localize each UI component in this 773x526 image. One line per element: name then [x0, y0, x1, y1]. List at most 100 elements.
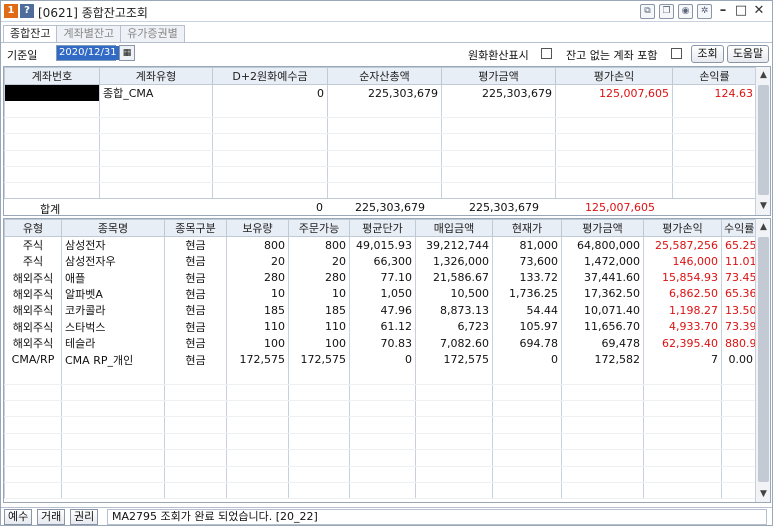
cell-qty: 10 — [226, 285, 289, 303]
cell-class: 현금 — [164, 253, 227, 270]
total-deposit: 0 — [316, 201, 323, 214]
cell-avg-price: 61.12 — [349, 318, 416, 335]
table-row[interactable]: 해외주식 애플 현금 280 280 77.10 21,586.67 133.72 37,441… — [4, 269, 757, 286]
zero-balance-checkbox[interactable] — [671, 48, 682, 59]
table-row[interactable]: 해외주식 테슬라 현금 100 100 70.83 7,082.60 694.78 69,478… — [4, 334, 757, 352]
table-row[interactable]: 종합_CMA 0 225,303,679 225,303,679 125,007… — [4, 84, 757, 101]
status-bar: 예수 거래 권리 MA2795 조회가 완료 되었습니다. [20_22] — [1, 507, 772, 525]
cell-eval-amount: 172,582 — [561, 351, 644, 368]
close-icon[interactable]: ✕ — [752, 3, 766, 19]
table-row[interactable]: 해외주식 코카콜라 현금 185 185 47.96 8,873.13 54.44 10,071… — [4, 302, 757, 319]
cell-qty: 185 — [226, 302, 289, 319]
holdings-table: 유형 종목명 종목구분 보유량 주문가능 평균단가 매입금액 현재가 평가금액 평가손익 수익률 주… — [4, 219, 757, 500]
table-row[interactable]: 주식 삼성전자 현금 800 800 49,015.93 39,212,744 81,000 6… — [4, 236, 757, 253]
cell-class: 현금 — [164, 236, 227, 253]
holdings-scrollbar[interactable]: ▲ ▼ — [755, 219, 770, 502]
camera-icon[interactable]: ◉ — [678, 3, 693, 19]
col-orderable[interactable]: 주문가능 — [288, 219, 350, 237]
col-qty[interactable]: 보유량 — [226, 219, 289, 237]
total-eval-pl: 125,007,605 — [585, 201, 655, 214]
cell-avg-price: 0 — [349, 351, 416, 368]
cell-class: 현금 — [164, 302, 227, 319]
link-icon[interactable]: ⧉ — [640, 3, 655, 19]
col-eval-amount[interactable]: 평가금액 — [441, 67, 556, 85]
cell-return: 11.01 — [721, 253, 757, 270]
cell-buy-amount: 10,500 — [415, 285, 493, 303]
cell-eval-amount: 64,800,000 — [561, 236, 644, 253]
fx-checkbox[interactable] — [541, 48, 552, 59]
query-button[interactable]: 조회 — [691, 45, 724, 63]
account-scrollbar[interactable]: ▲ ▼ — [755, 67, 770, 215]
scroll-down-icon[interactable]: ▼ — [756, 487, 770, 501]
col-current-price[interactable]: 현재가 — [492, 219, 562, 237]
table-row[interactable]: 해외주식 스타벅스 현금 110 110 61.12 6,723 105.97 11,656.7… — [4, 318, 757, 335]
col-avg-price[interactable]: 평균단가 — [349, 219, 416, 237]
trade-button[interactable]: 거래 — [37, 509, 66, 525]
rights-button[interactable]: 권리 — [70, 509, 99, 525]
col-deposit[interactable]: D+2원화예수금 — [212, 67, 328, 85]
cell-type: 해외주식 — [4, 269, 62, 286]
table-row[interactable]: 주식 삼성전자우 현금 20 20 66,300 1,326,000 73,600 1,472,… — [4, 253, 757, 270]
zero-balance-label: 잔고 없는 계좌 포함 — [566, 49, 658, 62]
cell-buy-amount: 21,586.67 — [415, 269, 493, 286]
col-return[interactable]: 수익률 — [721, 219, 757, 237]
col-buy-amount[interactable]: 매입금액 — [415, 219, 493, 237]
col-name[interactable]: 종목명 — [61, 219, 165, 237]
col-class[interactable]: 종목구분 — [164, 219, 227, 237]
cell-return: 65.25 — [721, 236, 757, 253]
help-button[interactable]: 도움말 — [727, 45, 769, 63]
total-label: 합계 — [40, 203, 61, 216]
account-grid: 계좌번호 계좌유형 D+2원화예수금 순자산총액 평가금액 평가손익 손익률 종… — [3, 66, 771, 216]
cell-eval-amount: 69,478 — [561, 334, 644, 352]
cell-name: 알파벳A — [61, 285, 165, 303]
cell-type: 주식 — [4, 253, 62, 270]
total-row: 합계 0 225,303,679 225,303,679 125,007,605 — [5, 198, 756, 215]
calendar-icon[interactable]: ▦ — [119, 45, 135, 61]
cell-return: 73.39 — [721, 318, 757, 335]
deposit-button[interactable]: 예수 — [4, 509, 33, 525]
cell-return: 65.36 — [721, 285, 757, 303]
col-account-type[interactable]: 계좌유형 — [99, 67, 213, 85]
cell-orderable: 100 — [288, 334, 350, 352]
cell-eval-pl: 7 — [643, 351, 722, 368]
cell-type: 해외주식 — [4, 285, 62, 303]
cell-avg-price: 70.83 — [349, 334, 416, 352]
col-account-no[interactable]: 계좌번호 — [4, 67, 100, 85]
date-input[interactable]: 2020/12/31 — [56, 45, 119, 61]
table-row[interactable]: 해외주식 알파벳A 현금 10 10 1,050 10,500 1,736.25 17,362.… — [4, 285, 757, 303]
cell-return: 0.00 — [721, 351, 757, 368]
scroll-down-icon[interactable]: ▼ — [756, 199, 770, 213]
scroll-thumb[interactable] — [758, 85, 769, 195]
maximize-icon[interactable]: □ — [734, 3, 748, 19]
cell-type: 종합_CMA — [99, 84, 213, 101]
scroll-up-icon[interactable]: ▲ — [756, 220, 770, 234]
fx-label: 원화환산표시 — [468, 49, 529, 62]
cell-current-price: 105.97 — [492, 318, 562, 335]
date-label: 기준일 — [7, 49, 38, 62]
col-type[interactable]: 유형 — [4, 219, 62, 237]
col-pl-rate[interactable]: 손익률 — [672, 67, 757, 85]
cell-current-price: 1,736.25 — [492, 285, 562, 303]
scroll-thumb[interactable] — [758, 237, 769, 482]
cell-avg-price: 77.10 — [349, 269, 416, 286]
cell-name: 스타벅스 — [61, 318, 165, 335]
cell-orderable: 20 — [288, 253, 350, 270]
gear-icon[interactable]: ✲ — [697, 3, 712, 19]
scroll-up-icon[interactable]: ▲ — [756, 68, 770, 82]
col-eval-pl[interactable]: 평가손익 — [643, 219, 722, 237]
cell-name: 삼성전자우 — [61, 253, 165, 270]
cell-qty: 172,575 — [226, 351, 289, 368]
cell-avg-price: 47.96 — [349, 302, 416, 319]
tab-account-balance[interactable]: 계좌별잔고 — [56, 25, 122, 42]
col-net-assets[interactable]: 순자산총액 — [327, 67, 442, 85]
tab-total-balance[interactable]: 종합잔고 — [3, 25, 58, 42]
window-number-badge[interactable]: 1 — [4, 4, 18, 18]
cell-eval-pl: 4,933.70 — [643, 318, 722, 335]
copy-icon[interactable]: ❐ — [659, 3, 674, 19]
col-eval-amount[interactable]: 평가금액 — [561, 219, 644, 237]
minimize-icon[interactable]: – — [716, 3, 730, 19]
help-badge[interactable]: ? — [20, 4, 34, 18]
tab-securities[interactable]: 유가증권별 — [120, 25, 185, 42]
table-row[interactable]: CMA/RP CMA RP_개인 현금 172,575 172,575 0 172,575 0… — [4, 351, 757, 368]
col-eval-pl[interactable]: 평가손익 — [555, 67, 673, 85]
